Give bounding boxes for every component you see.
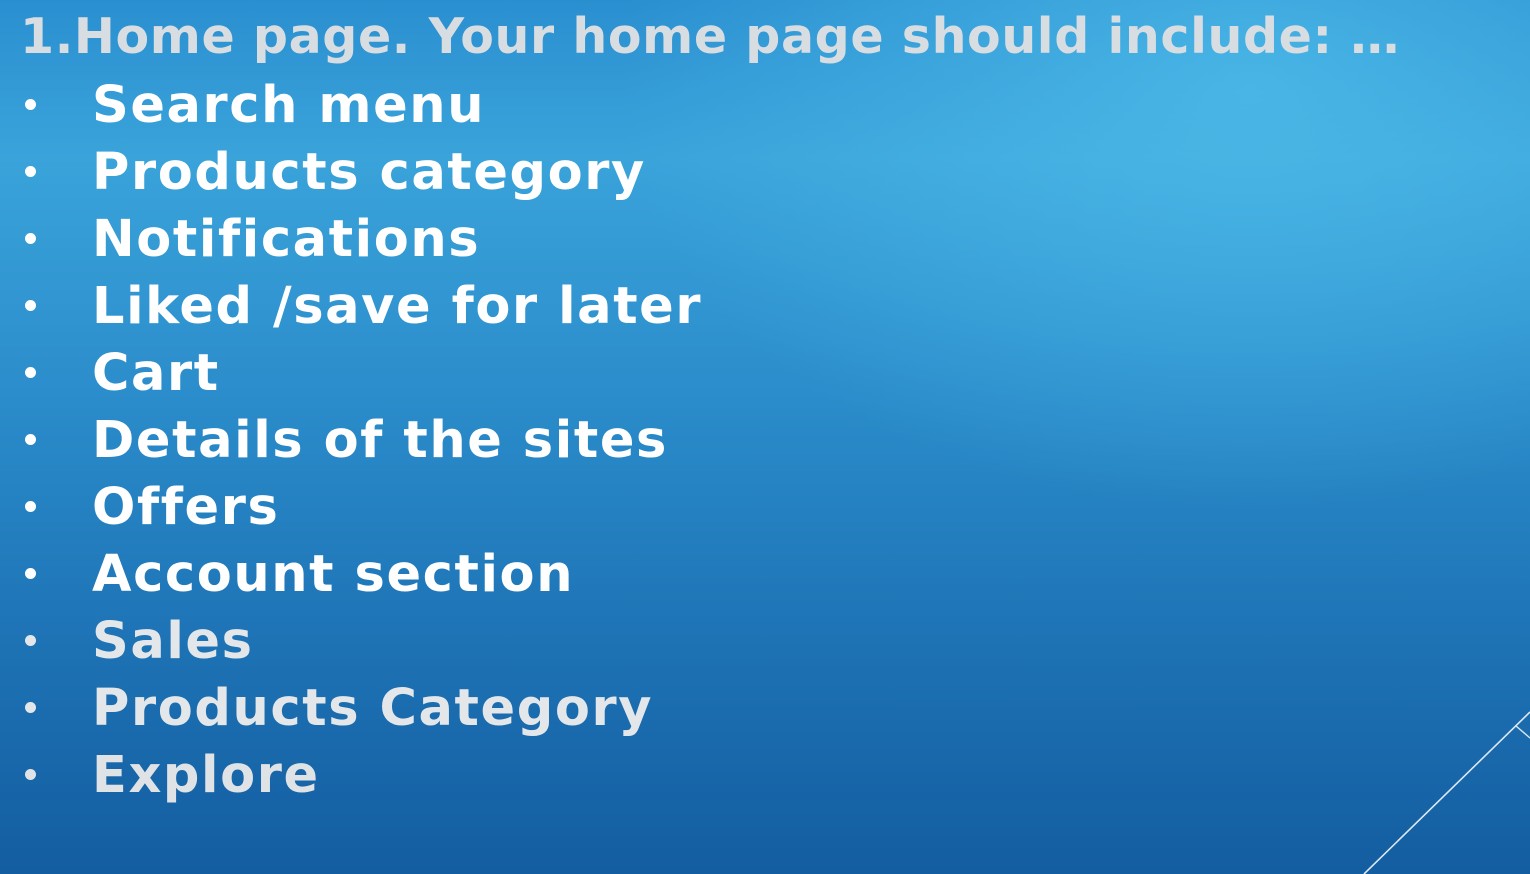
bullet-dot-icon <box>25 702 36 713</box>
bullet-text: Products category <box>92 143 646 202</box>
bullet-text: Cart <box>92 344 220 403</box>
bullet-text: Details of the sites <box>92 411 668 470</box>
bullet-dot-icon <box>25 367 36 378</box>
bullet-dot-icon <box>25 635 36 646</box>
bullet-text: Account section <box>92 545 575 604</box>
bullet-text: Products Category <box>92 679 654 738</box>
bullet-dot-icon <box>25 233 36 244</box>
bullet-dot-icon <box>25 434 36 445</box>
bullet-dot-icon <box>25 99 36 110</box>
bullet-dot-icon <box>25 501 36 512</box>
bullet-dot-icon <box>25 166 36 177</box>
bullet-text: Search menu <box>92 76 486 135</box>
bullet-dot-icon <box>25 568 36 579</box>
diagonal-line-tick <box>1515 725 1530 739</box>
bullet-dot-icon <box>25 769 36 780</box>
diagonal-line <box>1363 711 1530 874</box>
bullet-text: Liked /save for later <box>92 277 703 336</box>
bullet-dot-icon <box>25 300 36 311</box>
bullet-text: Explore <box>92 746 320 805</box>
bullet-text: Notifications <box>92 210 481 269</box>
presentation-slide: 1.Home page. Your home page should inclu… <box>0 0 1530 874</box>
bullet-text: Offers <box>92 478 280 537</box>
bullet-text: Sales <box>92 612 254 671</box>
decorative-corner-line <box>1363 711 1530 874</box>
slide-title: 1.Home page. Your home page should inclu… <box>20 8 1400 65</box>
